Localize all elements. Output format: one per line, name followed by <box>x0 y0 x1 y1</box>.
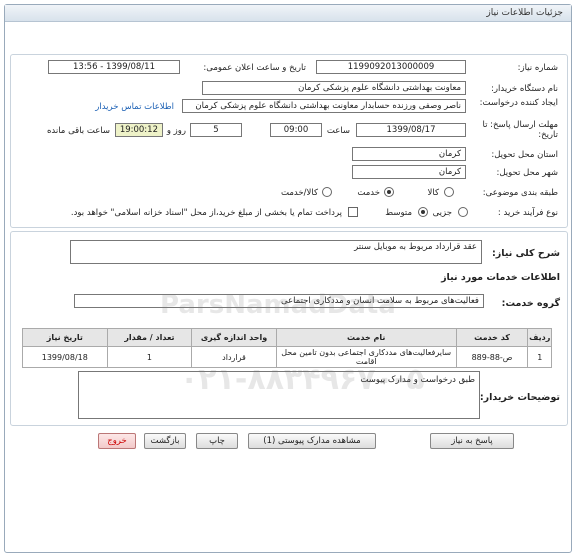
days-label: روز و <box>166 126 186 136</box>
process-label: نوع فرآیند خرید : <box>497 208 558 218</box>
back-button[interactable]: بازگشت <box>144 433 186 449</box>
buyer-label: نام دستگاه خریدار: <box>491 84 558 94</box>
table-row: 1 ص-88-889 سایرفعالیت‌های مددکاری اجتماع… <box>22 346 552 368</box>
category-goods-radio[interactable] <box>444 187 454 197</box>
need-number-field: 1199092013000009 <box>316 60 466 74</box>
cell-row: 1 <box>527 346 552 368</box>
category-label: طبقه بندی موضوعی: <box>482 188 558 198</box>
page-title: جزئیات اطلاعات نیاز <box>486 8 563 18</box>
table-header-row: ردیف کد خدمت نام خدمت واحد اندازه گیری ت… <box>22 328 552 347</box>
payment-note: پرداخت تمام یا بخشی از مبلغ خرید،از محل … <box>70 208 342 218</box>
buyer-notes-label: توضیحات خریدار: <box>479 392 560 403</box>
process-minor-radio[interactable] <box>458 207 468 217</box>
process-medium-radio[interactable] <box>418 207 428 217</box>
services-heading: اطلاعات خدمات مورد نیاز <box>441 272 560 283</box>
need-number-label: شماره نیاز: <box>517 63 558 73</box>
col-row: ردیف <box>527 328 552 347</box>
deadline-time-field: 09:00 <box>270 123 322 137</box>
cell-date: 1399/08/18 <box>22 346 108 368</box>
deadline-date-field: 1399/08/17 <box>356 123 466 137</box>
cell-unit: قرارداد <box>191 346 277 368</box>
creator-field: ناصر وصفی ورزنده حسابدار معاونت بهداشتی … <box>182 99 466 113</box>
print-button[interactable]: چاپ <box>196 433 238 449</box>
days-field: 5 <box>190 123 242 137</box>
title-bar: جزئیات اطلاعات نیاز <box>5 5 571 22</box>
desc-label: شرح کلی نیاز: <box>491 248 560 259</box>
announce-label: تاریخ و ساعت اعلان عمومی: <box>203 63 306 73</box>
treasury-checkbox[interactable] <box>348 207 358 217</box>
remaining-label: ساعت باقی مانده <box>46 126 110 136</box>
desc-field: عقد قرارداد مربوط به موبایل سنتر <box>70 240 482 264</box>
exit-button[interactable]: خروج <box>98 433 136 449</box>
province-label: استان محل تحویل: <box>491 150 558 160</box>
category-service-radio[interactable] <box>384 187 394 197</box>
category-service-label: خدمت <box>357 188 380 198</box>
col-name: نام خدمت <box>275 328 457 347</box>
province-field: کرمان <box>352 147 466 161</box>
process-medium-label: متوسط <box>385 208 412 218</box>
category-goods-label: کالا <box>427 188 439 198</box>
announce-field: 1399/08/11 - 13:56 <box>48 60 180 74</box>
buyer-field: معاونت بهداشتی دانشگاه علوم پزشکی کرمان <box>202 81 466 95</box>
services-table: ردیف کد خدمت نام خدمت واحد اندازه گیری ت… <box>22 328 552 368</box>
view-attachments-button[interactable]: مشاهده مدارک پیوستی (1) <box>248 433 376 449</box>
cell-code: ص-88-889 <box>455 346 529 368</box>
city-label: شهر محل تحویل: <box>496 168 558 178</box>
creator-label: ایجاد کننده درخواست: <box>479 98 558 108</box>
group-field: فعالیت‌های مربوط به سلامت انسان و مددکار… <box>74 294 484 308</box>
group-label: گروه خدمت: <box>501 298 560 309</box>
col-qty: تعداد / مقدار <box>106 328 193 347</box>
category-both-radio[interactable] <box>322 187 332 197</box>
cell-qty: 1 <box>106 346 193 368</box>
col-date: تاریخ نیاز <box>22 328 108 347</box>
category-both-label: کالا/خدمت <box>281 188 318 198</box>
buyer-contact-link[interactable]: اطلاعات تماس خریدار <box>95 102 174 112</box>
col-unit: واحد اندازه گیری <box>191 328 277 347</box>
cell-name: سایرفعالیت‌های مددکاری اجتماعی بدون تامی… <box>275 346 457 368</box>
deadline-time-label: ساعت <box>326 126 350 136</box>
deadline-label: مهلت ارسال پاسخ: تا تاریخ: <box>482 120 558 140</box>
city-field: کرمان <box>352 165 466 179</box>
buyer-notes-field: طبق درخواست و مدارک پیوست <box>78 371 480 419</box>
reply-button[interactable]: پاسخ به نیاز <box>430 433 514 449</box>
col-code: کد خدمت <box>455 328 529 347</box>
process-minor-label: جزیی <box>432 208 452 218</box>
remaining-time-field: 19:00:12 <box>115 123 163 137</box>
